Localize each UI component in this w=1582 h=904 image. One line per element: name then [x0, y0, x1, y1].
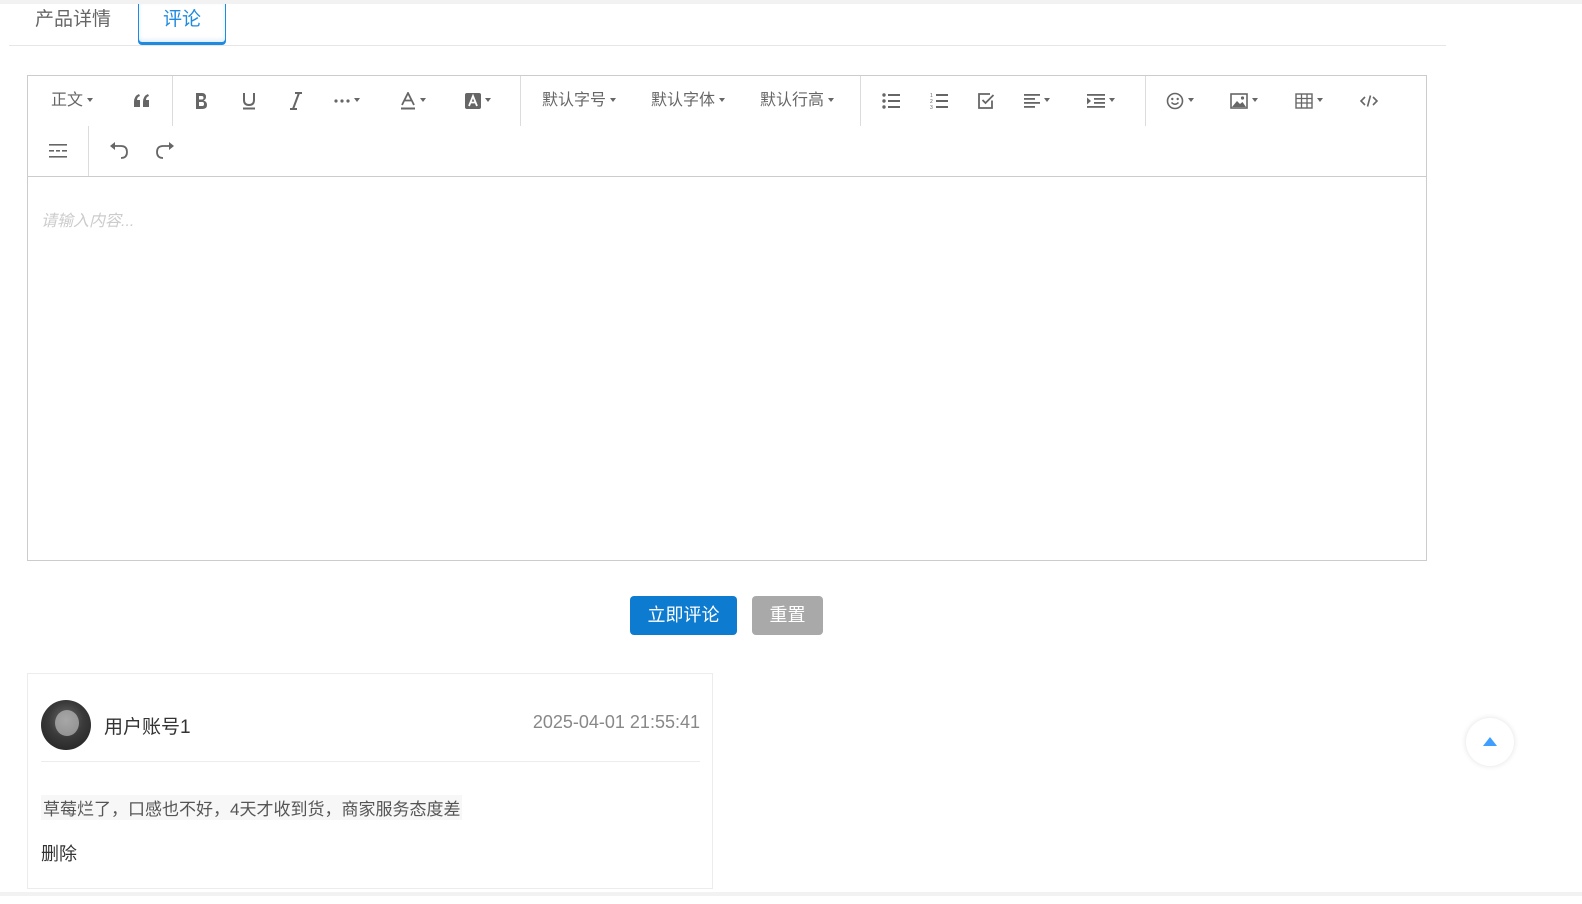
heading-dropdown-label: 正文: [51, 92, 84, 109]
indent-dropdown[interactable]: [1087, 76, 1115, 126]
comment-username: 用户账号1: [104, 717, 191, 738]
avatar: [41, 700, 91, 750]
divider-icon: [49, 143, 67, 158]
italic-button[interactable]: [289, 76, 303, 126]
emotion-dropdown[interactable]: [1166, 76, 1194, 126]
more-style-dropdown[interactable]: [334, 76, 360, 126]
tab-product-details[interactable]: 产品详情: [31, 4, 115, 42]
toolbar-row-1: 正文 默认字号 默认字体 默认行高 1 2 3: [28, 76, 1426, 126]
bottom-border: [0, 892, 1582, 896]
indent-icon: [1087, 93, 1105, 108]
font-color-dropdown[interactable]: [400, 76, 426, 126]
code-button[interactable]: [1359, 76, 1379, 126]
justify-icon: [1024, 93, 1040, 108]
more-icon: [334, 99, 350, 103]
toolbar-separator: [88, 126, 89, 176]
bold-icon: [196, 92, 207, 109]
code-icon: [1359, 95, 1379, 107]
undo-button[interactable]: [109, 126, 129, 176]
bulleted-list-button[interactable]: [882, 76, 900, 126]
toolbar-separator: [1145, 76, 1146, 126]
table-icon: [1295, 93, 1313, 109]
delete-comment-link[interactable]: 删除: [41, 840, 77, 866]
back-to-top-button[interactable]: [1466, 718, 1514, 766]
image-icon: [1230, 92, 1248, 109]
line-height-dropdown[interactable]: 默认行高: [760, 76, 835, 126]
tab-comments[interactable]: 评论: [138, 4, 226, 43]
rich-text-editor: 正文 默认字号 默认字体 默认行高 1 2 3 请输入内容...: [27, 75, 1427, 561]
line-height-label: 默认行高: [760, 92, 825, 109]
tab-bar: 产品详情 评论: [9, 4, 1446, 46]
editor-content-area[interactable]: 请输入内容...: [28, 177, 1426, 560]
editor-toolbar: 正文 默认字号 默认字体 默认行高 1 2 3: [28, 76, 1426, 177]
bulleted-list-icon: [882, 93, 900, 109]
font-size-label: 默认字号: [542, 92, 607, 109]
emotion-icon: [1166, 92, 1184, 110]
divider-button[interactable]: [49, 126, 67, 176]
svg-text:3: 3: [930, 105, 933, 110]
underline-button[interactable]: [241, 76, 257, 126]
toolbar-separator: [172, 76, 173, 126]
bold-button[interactable]: [194, 76, 208, 126]
numbered-list-button[interactable]: 123: [930, 76, 948, 126]
numbered-list-icon: 123: [930, 93, 948, 111]
background-color-icon: [465, 92, 481, 109]
submit-comment-button[interactable]: 立即评论: [630, 596, 737, 635]
toolbar-separator: [860, 76, 861, 126]
underline-icon: [243, 92, 255, 110]
table-dropdown[interactable]: [1295, 76, 1323, 126]
italic-icon: [290, 91, 302, 110]
font-color-icon: [401, 90, 415, 110]
comment-text: 草莓烂了，口感也不好，4天才收到货，商家服务态度差: [41, 795, 463, 820]
reset-button[interactable]: 重置: [752, 596, 823, 635]
todo-icon: [978, 92, 995, 109]
toolbar-row-2: [28, 126, 1426, 176]
quote-icon: [134, 93, 149, 107]
comment-divider: [41, 761, 700, 762]
undo-icon: [110, 141, 128, 159]
quote-button[interactable]: [133, 76, 151, 126]
editor-placeholder: 请输入内容...: [41, 213, 135, 230]
arrow-up-icon: [1483, 737, 1497, 746]
comment-card: 用户账号1 2025-04-01 21:55:41 草莓烂了，口感也不好，4天才…: [27, 673, 713, 889]
redo-icon: [156, 141, 174, 159]
font-size-dropdown[interactable]: 默认字号: [542, 76, 617, 126]
justify-dropdown[interactable]: [1024, 76, 1050, 126]
toolbar-separator: [520, 76, 521, 126]
image-dropdown[interactable]: [1230, 76, 1258, 126]
redo-button[interactable]: [155, 126, 175, 176]
comment-timestamp: 2025-04-01 21:55:41: [532, 712, 700, 732]
background-color-dropdown[interactable]: [465, 76, 491, 126]
todo-button[interactable]: [977, 76, 995, 126]
heading-dropdown[interactable]: 正文: [51, 76, 94, 126]
font-family-dropdown[interactable]: 默认字体: [651, 76, 726, 126]
font-family-label: 默认字体: [651, 92, 716, 109]
